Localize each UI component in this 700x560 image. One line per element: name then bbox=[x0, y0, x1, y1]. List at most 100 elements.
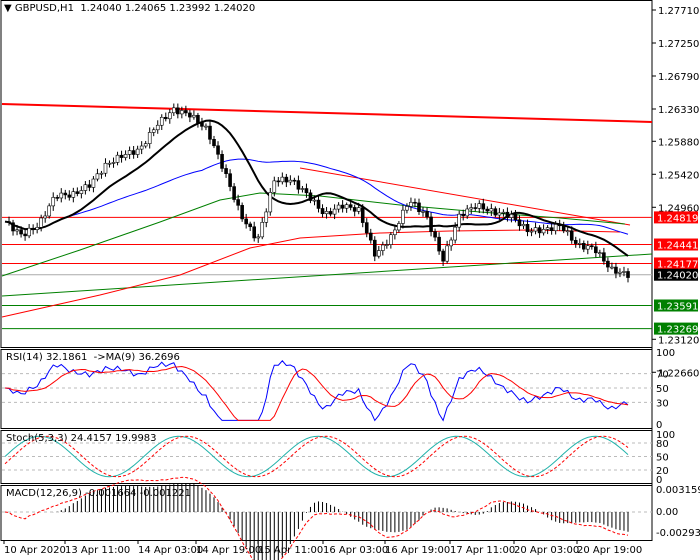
candle-body bbox=[594, 246, 598, 254]
candle-body bbox=[264, 211, 269, 223]
price-badge-label: 1.23269 bbox=[657, 325, 698, 336]
candle-body bbox=[385, 244, 389, 246]
candle-body bbox=[172, 107, 176, 114]
rsi-label: RSI(14) 32.1861 ->MA(9) 36.2696 bbox=[6, 352, 180, 363]
candle-body bbox=[513, 214, 518, 221]
price-tick-label: 1.25420 bbox=[658, 170, 699, 181]
candle-body bbox=[614, 266, 618, 274]
candle-body bbox=[573, 240, 578, 244]
price-tick-label: 1.26790 bbox=[658, 72, 699, 83]
candle-body bbox=[473, 207, 478, 209]
candle-body bbox=[457, 213, 461, 228]
candle-body bbox=[47, 205, 52, 217]
candle-body bbox=[553, 224, 558, 232]
time-label: 14 Apr 03:00 bbox=[138, 545, 203, 556]
candle-body bbox=[139, 145, 144, 150]
candle-body bbox=[489, 208, 494, 212]
time-label: 17 Apr 11:00 bbox=[450, 545, 515, 556]
candle-body bbox=[389, 234, 393, 245]
candle-body bbox=[586, 245, 590, 250]
rsi-tick-label: 70 bbox=[656, 370, 669, 381]
candle-body bbox=[240, 205, 244, 220]
candle-body bbox=[216, 145, 220, 155]
candle-body bbox=[196, 114, 200, 124]
candle-body bbox=[184, 110, 188, 114]
rsi-tick-label: 50 bbox=[656, 384, 669, 395]
candle-body bbox=[364, 222, 369, 234]
candle-body bbox=[316, 199, 321, 209]
time-label: 13 Apr 11:00 bbox=[65, 545, 130, 556]
time-label: 20 Apr 19:00 bbox=[577, 545, 642, 556]
candle-body bbox=[501, 211, 506, 214]
candle-body bbox=[409, 201, 413, 207]
candle-body bbox=[43, 215, 47, 219]
price-badge-label: 1.24020 bbox=[657, 271, 698, 282]
candle-body bbox=[493, 208, 498, 216]
candle-body bbox=[581, 243, 586, 250]
descending-trendline bbox=[299, 167, 631, 226]
price-badge-label: 1.24819 bbox=[657, 213, 698, 224]
candle-body bbox=[356, 207, 361, 212]
candle-body bbox=[200, 122, 204, 127]
macd-tick-label: -0.002938 bbox=[656, 528, 700, 539]
candle-body bbox=[565, 230, 570, 233]
candle-body bbox=[288, 179, 293, 183]
candle-body bbox=[188, 112, 192, 118]
stoch-label: Stoch(5,3,3) 24.4157 19.9983 bbox=[6, 433, 157, 444]
time-label: 15 Apr 11:00 bbox=[258, 545, 323, 556]
symbol-header: ▼ GBPUSD,H1 1.24040 1.24065 1.23992 1.24… bbox=[4, 3, 256, 14]
candle-body bbox=[79, 190, 84, 194]
candle-body bbox=[115, 154, 120, 163]
candle-body bbox=[537, 227, 542, 234]
candle-body bbox=[127, 150, 132, 155]
candle-body bbox=[324, 211, 329, 215]
candle-body bbox=[99, 172, 104, 175]
candle-body bbox=[111, 162, 116, 164]
candle-body bbox=[236, 199, 240, 206]
candle-body bbox=[541, 229, 546, 234]
candle-body bbox=[55, 197, 60, 199]
candle-body bbox=[75, 191, 80, 194]
candle-body bbox=[497, 212, 502, 216]
candle-body bbox=[344, 204, 349, 209]
candle-body bbox=[393, 229, 397, 236]
candle-body bbox=[381, 244, 385, 251]
candle-body bbox=[224, 168, 228, 174]
macd-tick-label: 0.00 bbox=[656, 507, 678, 518]
candle-body bbox=[280, 176, 285, 183]
chart-canvas[interactable]: 1.27710 1.27250 1.26790 1.26330 1.25880 1.254… bbox=[0, 0, 700, 560]
candle-body bbox=[328, 211, 333, 215]
rsi-tick-label: 30 bbox=[656, 398, 669, 409]
candle-body bbox=[31, 227, 35, 230]
candle-body bbox=[376, 250, 381, 257]
candle-body bbox=[7, 221, 11, 224]
chart-window[interactable]: 1.27710 1.27250 1.26790 1.26330 1.25880 1.254… bbox=[0, 0, 700, 560]
stoch-tick-label: 80 bbox=[656, 439, 669, 450]
ohlc-values: 1.24040 1.24065 1.23992 1.24020 bbox=[80, 3, 256, 14]
candle-body bbox=[131, 150, 136, 155]
ma20-line bbox=[4, 119, 629, 257]
candle-body bbox=[11, 222, 15, 232]
candle-body bbox=[192, 114, 196, 118]
candle-body bbox=[590, 245, 594, 248]
candle-body bbox=[453, 226, 457, 241]
candle-body bbox=[103, 162, 108, 174]
candle-body bbox=[533, 227, 538, 232]
ma200-line bbox=[1, 229, 621, 318]
candle-body bbox=[372, 239, 377, 257]
time-label: 16 Apr 19:00 bbox=[385, 545, 450, 556]
candle-body bbox=[545, 227, 550, 230]
candle-body bbox=[228, 173, 232, 187]
price-tick-label: 1.26330 bbox=[658, 105, 699, 116]
candle-body bbox=[67, 194, 72, 198]
candle-body bbox=[602, 252, 606, 262]
candle-body bbox=[143, 143, 148, 147]
candle-body bbox=[71, 191, 76, 198]
candle-body bbox=[87, 184, 92, 188]
candle-body bbox=[417, 202, 421, 213]
price-tick-label: 1.25880 bbox=[658, 137, 699, 148]
candle-body bbox=[180, 110, 184, 115]
candle-body bbox=[123, 154, 128, 158]
rsi-ma-line bbox=[4, 366, 629, 421]
candle-body bbox=[19, 229, 23, 235]
